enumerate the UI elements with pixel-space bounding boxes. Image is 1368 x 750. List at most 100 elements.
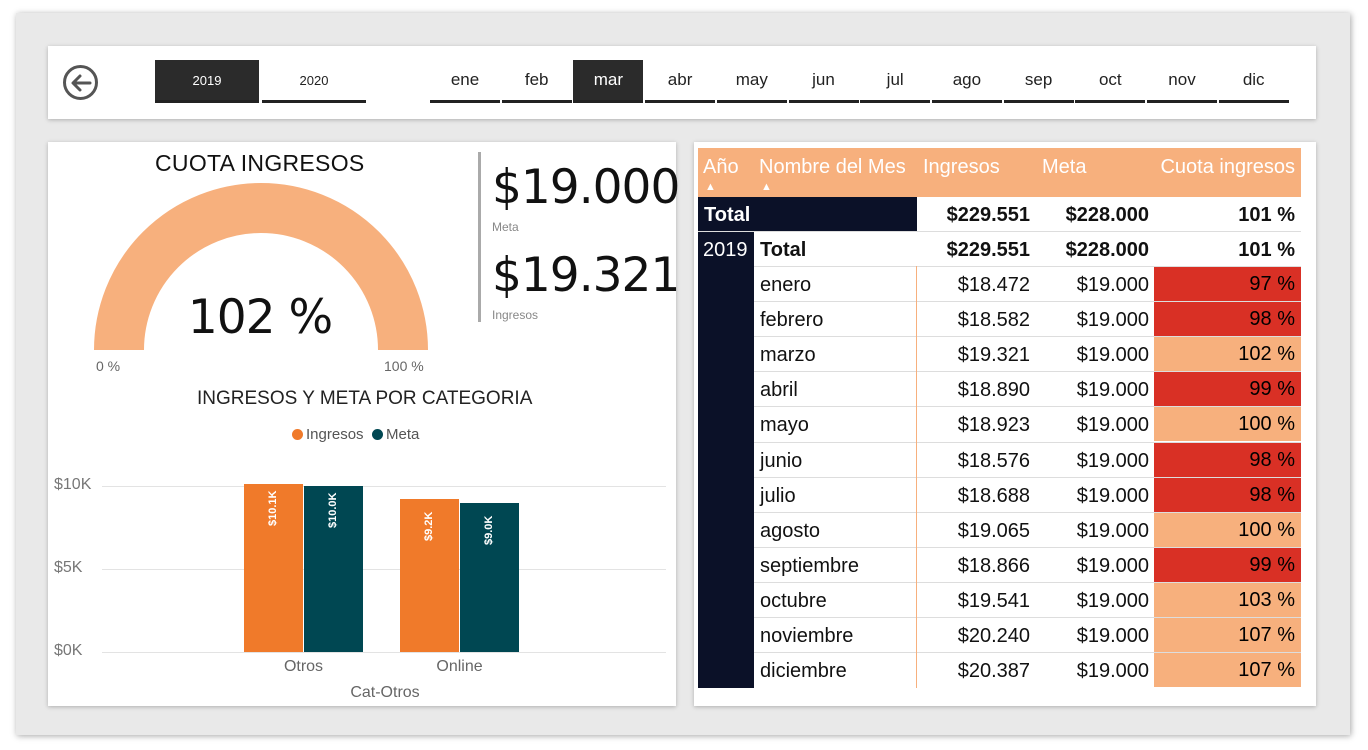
month-slicer-dic[interactable]: dic bbox=[1218, 60, 1289, 103]
mes-cell: diciembre bbox=[760, 660, 847, 683]
bar-data-label: $10.0K bbox=[326, 492, 339, 528]
ingresos-cell: $18.472 bbox=[957, 274, 1030, 296]
grand-total-label: Total bbox=[704, 204, 751, 226]
ingresos-card-value: $19.321 bbox=[492, 248, 680, 303]
sort-asc-icon: ▲ bbox=[761, 181, 772, 193]
meta-cell: $19.000 bbox=[1076, 660, 1149, 683]
ingresos-cell: $19.321 bbox=[957, 344, 1030, 367]
cuota-cell: 98 % bbox=[1154, 302, 1301, 337]
header-ano-label: Año bbox=[703, 156, 739, 178]
y-tick-label: $0K bbox=[54, 642, 83, 659]
meta-cell: $19.000 bbox=[1076, 554, 1149, 577]
row-divider bbox=[698, 231, 1301, 232]
legend-meta[interactable]: Meta bbox=[372, 426, 419, 443]
year-total-label: Total bbox=[760, 239, 807, 261]
cuota-cell: 99 % bbox=[1154, 372, 1301, 407]
month-slicer-ene[interactable]: ene bbox=[430, 60, 500, 103]
meta-card-value: $19.000 bbox=[492, 160, 680, 215]
header-mes[interactable]: Nombre del Mes ▲ bbox=[754, 148, 917, 197]
header-ingresos[interactable]: Ingresos bbox=[917, 148, 1036, 197]
header-meta[interactable]: Meta bbox=[1036, 148, 1154, 197]
cuota-cell: 99 % bbox=[1154, 547, 1301, 582]
back-button[interactable] bbox=[63, 65, 98, 100]
month-slicer-ago[interactable]: ago bbox=[931, 60, 1002, 103]
mes-cell: junio bbox=[760, 449, 803, 472]
x-tick-label: Otros bbox=[283, 658, 324, 675]
mes-cell: febrero bbox=[760, 309, 824, 332]
arrow-left-icon bbox=[71, 74, 92, 92]
ingresos-cell: $20.387 bbox=[957, 660, 1030, 683]
legend-ingresos-dot bbox=[292, 429, 303, 440]
bar-data-label: $9.2K bbox=[422, 511, 435, 542]
ingresos-cell: $18.866 bbox=[957, 554, 1030, 577]
header-ano[interactable]: Año ▲ bbox=[698, 148, 754, 197]
x-axis-title: Cat-Otros bbox=[350, 684, 420, 701]
gridline bbox=[102, 486, 666, 487]
ingresos-cell: $20.240 bbox=[957, 625, 1030, 647]
gauge-value: 102 % bbox=[187, 290, 333, 345]
meta-card-label: Meta bbox=[492, 220, 519, 234]
legend-ingresos[interactable]: Ingresos bbox=[292, 426, 364, 443]
grand-total-meta: $228.000 bbox=[1065, 204, 1149, 226]
cuota-cell: 98 % bbox=[1154, 477, 1301, 512]
legend-meta-label: Meta bbox=[386, 426, 420, 443]
meta-cell: $19.000 bbox=[1076, 589, 1149, 612]
column-divider bbox=[916, 266, 917, 688]
meta-cell: $19.000 bbox=[1076, 379, 1149, 402]
month-slicer-oct[interactable]: oct bbox=[1075, 60, 1146, 103]
cards-divider bbox=[478, 152, 481, 322]
grand-total-cuota: 101 % bbox=[1238, 204, 1295, 226]
ingresos-cell: $18.688 bbox=[957, 484, 1030, 507]
sort-asc-icon: ▲ bbox=[705, 181, 716, 193]
month-slicer-sep[interactable]: sep bbox=[1003, 60, 1074, 103]
ingresos-cell: $18.890 bbox=[957, 379, 1030, 402]
legend-meta-dot bbox=[372, 429, 383, 440]
mes-cell: abril bbox=[760, 379, 798, 402]
bar-chart-title: INGRESOS Y META POR CATEGORIA bbox=[197, 388, 533, 409]
x-tick-label: Online bbox=[436, 658, 483, 675]
y-tick-label: $10K bbox=[54, 476, 92, 493]
month-slicer-jul[interactable]: jul bbox=[860, 60, 931, 103]
mes-cell: julio bbox=[760, 484, 796, 507]
meta-cell: $19.000 bbox=[1076, 274, 1149, 296]
meta-cell: $19.000 bbox=[1076, 625, 1149, 647]
month-slicer-nov[interactable]: nov bbox=[1147, 60, 1217, 103]
meta-cell: $19.000 bbox=[1076, 344, 1149, 367]
ingresos-cell: $19.065 bbox=[957, 519, 1030, 542]
cuota-cell: 107 % bbox=[1154, 653, 1301, 688]
cuota-cell: 100 % bbox=[1154, 407, 1301, 442]
meta-cell: $19.000 bbox=[1076, 309, 1149, 332]
cuota-cell: 103 % bbox=[1154, 582, 1301, 617]
gauge-max-label: 100 % bbox=[384, 358, 424, 374]
y-tick-label: $5K bbox=[54, 559, 83, 576]
year-column-bg bbox=[698, 231, 754, 688]
cuota-cell: 102 % bbox=[1154, 337, 1301, 372]
month-slicer-abr[interactable]: abr bbox=[645, 60, 716, 103]
cuota-cell: 100 % bbox=[1154, 512, 1301, 547]
month-slicer-jun[interactable]: jun bbox=[788, 60, 859, 103]
mes-cell: enero bbox=[760, 274, 812, 296]
year-cell[interactable]: 2019 bbox=[703, 239, 748, 262]
gridline bbox=[102, 652, 666, 653]
month-slicer-mar[interactable]: mar bbox=[573, 60, 644, 103]
month-slicer-may[interactable]: may bbox=[716, 60, 787, 103]
year-slicer-2019[interactable]: 2019 bbox=[155, 60, 259, 103]
ingresos-cell: $18.923 bbox=[957, 414, 1030, 437]
gridline bbox=[102, 569, 666, 570]
bar-data-label: $9.0K bbox=[482, 515, 495, 545]
mes-cell: septiembre bbox=[760, 554, 859, 577]
year-total-ingresos: $229.551 bbox=[946, 239, 1030, 261]
meta-cell: $19.000 bbox=[1076, 449, 1149, 472]
year-slicer-2020[interactable]: 2020 bbox=[262, 60, 366, 103]
month-slicer-feb[interactable]: feb bbox=[501, 60, 572, 103]
header-cuota[interactable]: Cuota ingresos bbox=[1154, 148, 1301, 197]
ingresos-cell: $18.582 bbox=[957, 309, 1030, 332]
ingresos-card-label: Ingresos bbox=[492, 308, 539, 322]
cuota-cell: 97 % bbox=[1154, 267, 1301, 301]
header-mes-label: Nombre del Mes bbox=[759, 156, 906, 178]
mes-cell: mayo bbox=[760, 414, 809, 437]
mes-cell: agosto bbox=[760, 519, 821, 542]
bar-data-label: $10.1K bbox=[266, 490, 279, 527]
ingresos-cell: $18.576 bbox=[957, 449, 1030, 472]
year-total-meta: $228.000 bbox=[1065, 239, 1149, 261]
